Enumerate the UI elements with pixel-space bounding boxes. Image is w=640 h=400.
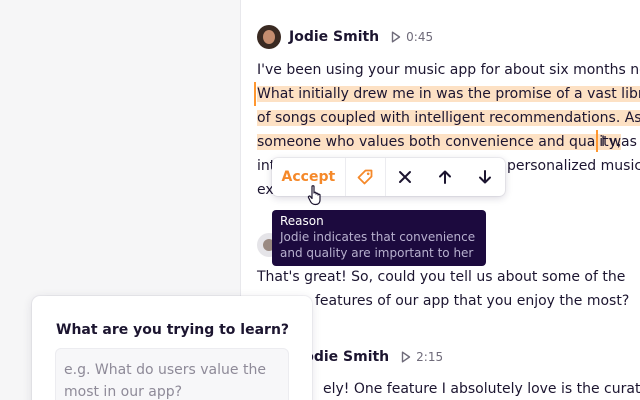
speaker-name: Jodie Smith (299, 349, 390, 365)
highlight-segment[interactable]: What initially drew me in was the promis… (257, 86, 640, 102)
panel-title: What are you trying to learn? (56, 322, 290, 338)
speaker-name: Jodie Smith (289, 29, 380, 45)
speaker-row: Jodie Smith 0:45 (257, 24, 433, 50)
reject-button[interactable] (386, 158, 426, 196)
arrow-up-icon (439, 170, 452, 184)
transcript-line-highlighted[interactable]: of songs coupled with intelligent recomm… (257, 106, 640, 130)
tooltip-title: Reason (280, 214, 324, 228)
speaker-row: Jodie Smith 2:15 (299, 344, 443, 370)
close-icon (399, 171, 412, 183)
hand-cursor-icon (307, 185, 321, 206)
play-icon[interactable] (401, 351, 411, 363)
highlight-end-marker (596, 130, 598, 152)
previous-button[interactable] (425, 158, 465, 196)
input-placeholder: e.g. What do users value the (64, 362, 266, 378)
arrow-down-icon (479, 170, 492, 184)
reason-tooltip: Reason Jodie indicates that convenience … (272, 210, 486, 266)
research-goal-input[interactable]: e.g. What do users value the most in our… (55, 348, 289, 400)
timestamp[interactable]: 0:45 (406, 30, 433, 44)
tooltip-text: Jodie indicates that convenience (280, 230, 476, 244)
transcript-line: features of our app that you enjoy the m… (315, 293, 630, 309)
research-goal-panel: What are you trying to learn? e.g. What … (32, 296, 312, 400)
next-button[interactable] (465, 158, 505, 196)
tag-icon (357, 169, 373, 185)
transcript-line-highlighted[interactable]: What initially drew me in was the promis… (257, 82, 640, 106)
transcript-line: ely! One feature I absolutely love is th… (323, 381, 640, 397)
highlight-segment[interactable]: someone who values both convenience and … (257, 134, 622, 150)
tag-button[interactable] (346, 158, 386, 196)
avatar (257, 25, 281, 49)
transcript-line-highlighted[interactable]: someone who values both convenience and … (257, 130, 622, 154)
tooltip-text: and quality are important to her (280, 246, 474, 260)
timestamp[interactable]: 2:15 (416, 350, 443, 364)
transcript-line: I was (601, 134, 637, 150)
transcript-line: I've been using your music app for about… (257, 62, 640, 78)
highlight-start-marker (254, 82, 256, 106)
highlight-segment[interactable]: of songs coupled with intelligent recomm… (257, 110, 640, 126)
input-placeholder: most in our app? (64, 384, 183, 400)
transcript-line: That's great! So, could you tell us abou… (257, 269, 626, 285)
play-icon[interactable] (391, 31, 401, 43)
transcript-line: personalized music (507, 158, 640, 174)
